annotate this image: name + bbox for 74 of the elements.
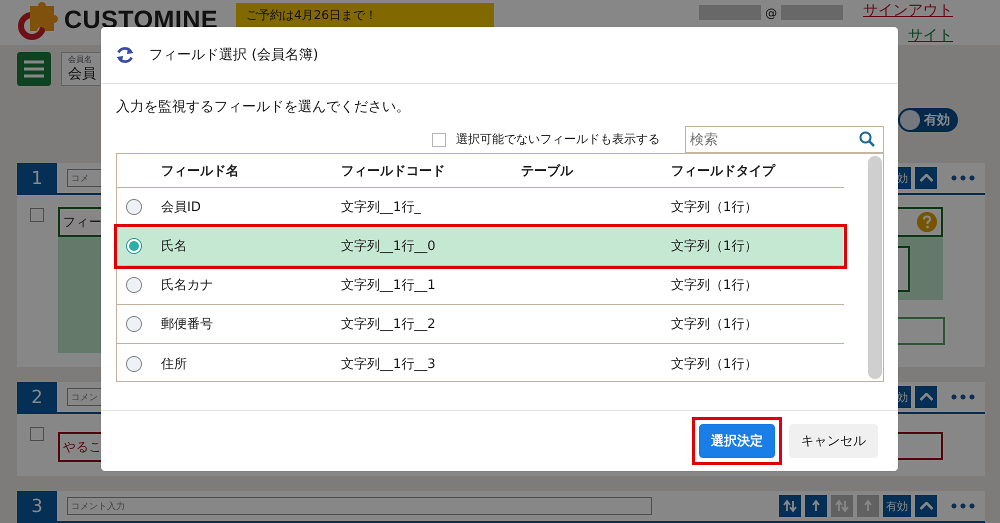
- table-cell-text: 文字列__1行__0: [341, 238, 437, 255]
- refresh-icon: [115, 45, 135, 65]
- table-cell-text: 文字列（1行）: [671, 316, 758, 333]
- move-button[interactable]: [779, 495, 801, 517]
- more-icon[interactable]: [951, 503, 975, 509]
- site-link[interactable]: サイト: [908, 26, 954, 45]
- more-icon[interactable]: [951, 394, 975, 400]
- comment-field[interactable]: コメ: [67, 169, 103, 187]
- status-toggle[interactable]: 有効: [898, 108, 958, 132]
- action-field[interactable]: やるこ: [58, 432, 101, 462]
- table-cell-text: 文字列（1行）: [671, 356, 758, 372]
- table-cell-text: 氏名カナ: [161, 277, 214, 294]
- checkbox[interactable]: [30, 208, 44, 222]
- column-header: フィールドタイプ: [671, 162, 777, 180]
- table-cell-text: 文字列__1行_: [341, 199, 422, 216]
- caret-up-icon: [920, 502, 932, 510]
- menu-button[interactable]: [17, 52, 51, 86]
- collapse-button[interactable]: [915, 167, 937, 189]
- radio-button[interactable]: [126, 238, 142, 254]
- table-cell-text: 文字列__1行__1: [341, 277, 437, 294]
- masked-text: [699, 5, 762, 20]
- column-header: テーブル: [521, 162, 574, 180]
- rule-number: 2: [17, 382, 57, 412]
- swap-arrows-icon: [835, 499, 849, 513]
- checkbox[interactable]: [30, 427, 44, 441]
- table-cell-text: 郵便番号: [161, 316, 214, 333]
- logo-icon: [16, 2, 60, 42]
- table-cell-text: 文字列__1行__3: [341, 356, 437, 372]
- table-cell-text: 文字列__1行__2: [341, 316, 437, 333]
- collapse-button[interactable]: [915, 495, 937, 517]
- collapse-button[interactable]: [915, 386, 937, 408]
- table-cell-text: 文字列（1行）: [671, 238, 758, 255]
- scrollbar[interactable]: [868, 156, 882, 379]
- table-row[interactable]: 郵便番号 文字列__1行__2 文字列（1行）: [117, 305, 844, 344]
- rule-number: 1: [17, 163, 57, 193]
- account-email: @: [765, 6, 778, 20]
- cancel-button[interactable]: キャンセル: [789, 424, 878, 458]
- search-field[interactable]: 検索: [685, 126, 884, 153]
- enabled-button[interactable]: 有効: [883, 495, 911, 517]
- radio-button[interactable]: [126, 316, 142, 332]
- confirm-button[interactable]: 選択決定: [699, 424, 775, 458]
- condition-field[interactable]: フィー: [58, 207, 101, 237]
- caret-up-icon: [920, 174, 932, 182]
- menu-icon: [23, 60, 45, 78]
- instruction-text: 入力を監視するフィールドを選んでください。: [116, 98, 411, 116]
- table-cell-text: 文字列（1行）: [671, 277, 758, 294]
- comment-field[interactable]: コメン: [67, 388, 103, 406]
- search-icon[interactable]: [859, 131, 875, 147]
- radio-button[interactable]: [126, 277, 142, 293]
- caret-up-icon: [920, 393, 932, 401]
- more-icon[interactable]: [951, 175, 975, 181]
- checkbox-label: 選択可能でないフィールドも表示する: [456, 131, 660, 148]
- table-cell-text: 氏名: [161, 238, 188, 255]
- column-header: フィールド名: [161, 162, 240, 180]
- table-cell-text: 文字列（1行）: [671, 199, 758, 216]
- app-selector[interactable]: 会員名 会員: [61, 52, 100, 86]
- swap-arrows-icon: [783, 499, 797, 513]
- radio-button[interactable]: [126, 199, 142, 215]
- sign-out-link[interactable]: サインアウト: [863, 1, 954, 20]
- comment-field[interactable]: コメント入力: [67, 497, 652, 515]
- help-icon[interactable]: [917, 212, 937, 232]
- move-button[interactable]: [805, 495, 827, 517]
- masked-text: [781, 5, 844, 20]
- column-header: フィールドコード: [341, 162, 446, 180]
- table-row[interactable]: 氏名 文字列__1行__0 文字列（1行）: [117, 227, 844, 266]
- radio-button[interactable]: [126, 356, 142, 372]
- logo-text: CUSTOMINE: [64, 6, 218, 35]
- rule-number: 3: [17, 491, 57, 521]
- dialog-title: フィールド選択 (会員名簿): [149, 46, 318, 64]
- table-row[interactable]: 氏名カナ 文字列__1行__1 文字列（1行）: [117, 266, 844, 305]
- checkbox[interactable]: [432, 132, 446, 146]
- table-cell-text: 会員ID: [161, 199, 202, 216]
- table-row[interactable]: 住所 文字列__1行__3 文字列（1行）: [117, 344, 844, 383]
- table-cell-text: 住所: [161, 356, 188, 372]
